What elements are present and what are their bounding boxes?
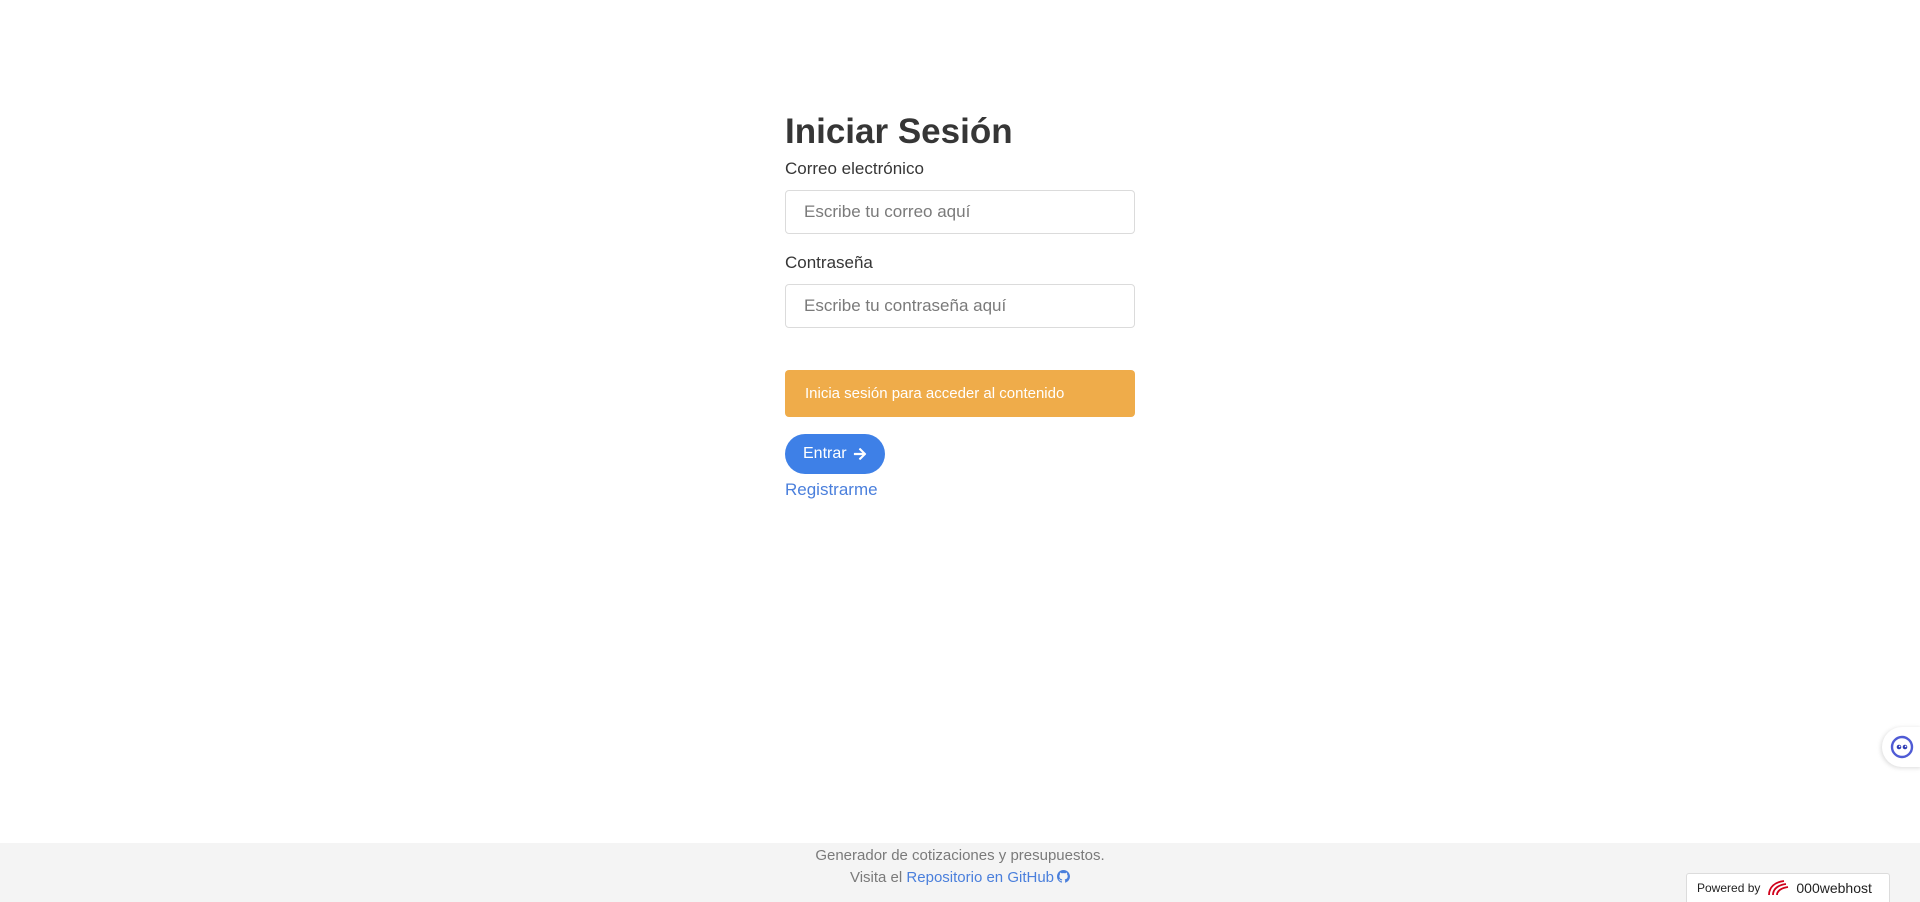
email-label: Correo electrónico — [785, 159, 924, 178]
password-input[interactable] — [785, 284, 1135, 328]
login-required-notice: Inicia sesión para acceder al contenido — [785, 370, 1135, 417]
submit-button[interactable]: Entrar — [785, 434, 885, 474]
password-field-group: Contraseña — [785, 252, 1135, 328]
login-form: Iniciar Sesión Correo electrónico Contra… — [785, 110, 1135, 501]
powered-by-label: Powered by — [1697, 881, 1761, 895]
chat-assistant-widget[interactable] — [1882, 727, 1920, 767]
assistant-face-icon — [1890, 735, 1914, 759]
notice-text: Inicia sesión para acceder al contenido — [805, 385, 1065, 402]
page: Iniciar Sesión Correo electrónico Contra… — [0, 0, 1920, 902]
footer-tagline: Generador de cotizaciones y presupuestos… — [815, 847, 1105, 864]
webhost-brand: 000webhost — [1796, 880, 1872, 896]
page-title: Iniciar Sesión — [785, 112, 1013, 151]
arrow-right-icon — [853, 448, 866, 460]
powered-by-badge[interactable]: Powered by 000webhost — [1686, 873, 1890, 902]
github-icon — [1057, 870, 1070, 883]
footer: Generador de cotizaciones y presupuestos… — [0, 843, 1920, 902]
footer-repo-line: Visita el Repositorio en GitHub — [0, 867, 1920, 889]
webhost-logo-icon — [1768, 880, 1789, 896]
password-label: Contraseña — [785, 253, 873, 272]
register-link[interactable]: Registrarme — [785, 479, 1135, 501]
submit-label: Entrar — [803, 445, 847, 462]
email-field-group: Correo electrónico — [785, 158, 1135, 234]
github-repo-link[interactable]: Repositorio en GitHub — [906, 869, 1070, 886]
email-input[interactable] — [785, 190, 1135, 234]
footer-repo-prefix: Visita el — [849, 869, 903, 886]
